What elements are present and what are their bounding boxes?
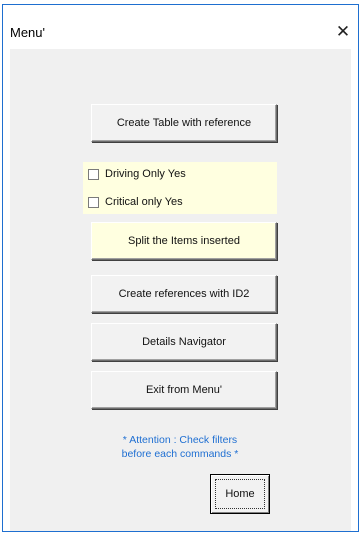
- critical-only-label: Critical only Yes: [105, 196, 183, 208]
- home-button[interactable]: Home: [210, 474, 270, 514]
- critical-only-option[interactable]: Critical only Yes: [88, 194, 183, 210]
- title-bar: Menu' ✕: [3, 5, 358, 49]
- driving-only-checkbox[interactable]: [88, 168, 99, 180]
- exit-menu-button[interactable]: Exit from Menu': [91, 371, 277, 409]
- create-references-button[interactable]: Create references with ID2: [91, 275, 277, 313]
- options-panel: Driving Only Yes Critical only Yes: [83, 162, 277, 214]
- create-table-button[interactable]: Create Table with reference: [91, 104, 277, 142]
- close-icon[interactable]: ✕: [332, 21, 354, 43]
- attention-line-2: before each commands *: [121, 448, 239, 460]
- driving-only-option[interactable]: Driving Only Yes: [88, 166, 186, 182]
- attention-line-1: * Attention : Check filters: [122, 434, 238, 446]
- focus-rectangle: [215, 479, 265, 509]
- attention-note: * Attention : Check filters before each …: [80, 433, 280, 461]
- critical-only-checkbox[interactable]: [88, 196, 99, 208]
- split-items-button[interactable]: Split the Items inserted: [91, 222, 277, 260]
- driving-only-label: Driving Only Yes: [105, 168, 186, 180]
- window-title: Menu': [10, 25, 46, 40]
- details-navigator-button[interactable]: Details Navigator: [91, 323, 277, 361]
